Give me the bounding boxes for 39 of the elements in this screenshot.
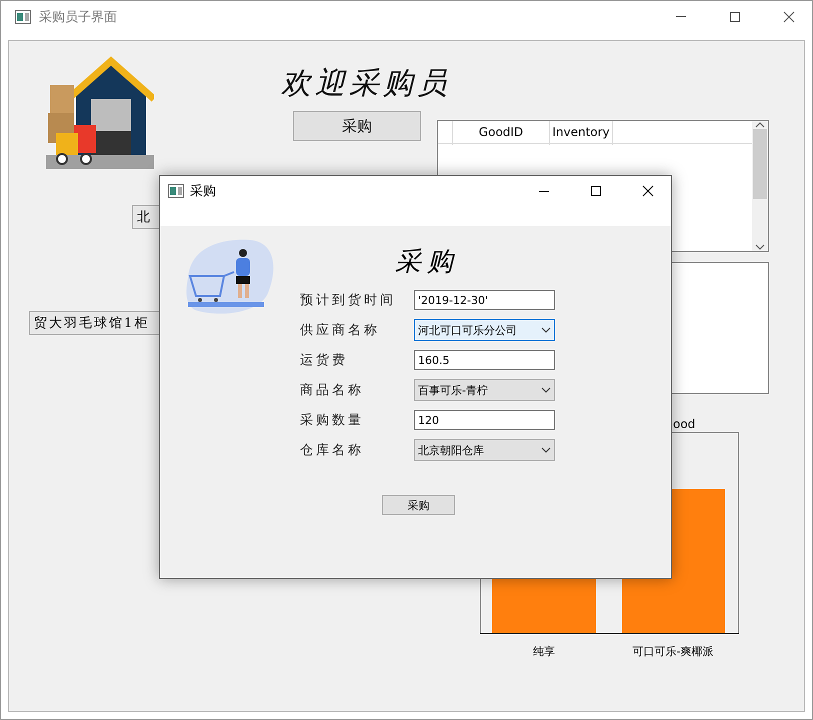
dialog-heading: 采购 [395, 246, 460, 279]
column-header: GoodID [453, 121, 550, 145]
category-label: 纯享 [533, 644, 555, 659]
scroll-up-icon[interactable] [755, 121, 765, 129]
scrollbar[interactable] [752, 121, 768, 251]
input-field[interactable]: 120 [414, 410, 555, 430]
location-label: 贸大羽毛球馆1柜 [34, 316, 150, 331]
field-label: 采购数量 [300, 412, 365, 429]
category-label: 可口可乐-爽椰派 [632, 644, 714, 659]
submit-button[interactable]: 采购 [382, 495, 455, 515]
caret-icon [541, 327, 551, 333]
window-title: 采购员子界面 [39, 8, 118, 26]
column-header: Inventory [550, 121, 613, 145]
welcome-heading: 欢迎采购员 [281, 65, 451, 103]
caret-icon [541, 387, 551, 393]
dialog-title: 采购 [190, 183, 217, 200]
input-field[interactable]: '2019-12-30' [414, 290, 555, 310]
app-icon [15, 10, 31, 24]
warehouse-label: 北 [137, 210, 152, 225]
chart-title: ood [673, 417, 696, 431]
close-icon [642, 185, 654, 197]
field-label: 供应商名称 [300, 322, 381, 339]
dropdown[interactable]: 河北可口可乐分公司 [414, 319, 555, 341]
field-label: 仓库名称 [300, 442, 365, 459]
maximize-icon [590, 185, 602, 197]
dropdown[interactable]: 北京朝阳仓库 [414, 439, 555, 461]
minimize-icon [539, 190, 549, 192]
dropdown[interactable]: 百事可乐-青柠 [414, 379, 555, 401]
purchase-button[interactable]: 采购 [293, 111, 421, 141]
minimize-icon [676, 16, 686, 17]
caret-icon [541, 447, 551, 453]
scroll-down-icon[interactable] [755, 243, 765, 251]
field-label: 商品名称 [300, 382, 365, 399]
maximize-icon [729, 10, 741, 22]
field-label: 预计到货时间 [300, 292, 397, 309]
close-icon [783, 10, 795, 22]
input-field[interactable]: 160.5 [414, 350, 555, 370]
field-label: 运货费 [300, 352, 349, 369]
app-icon [168, 184, 184, 198]
